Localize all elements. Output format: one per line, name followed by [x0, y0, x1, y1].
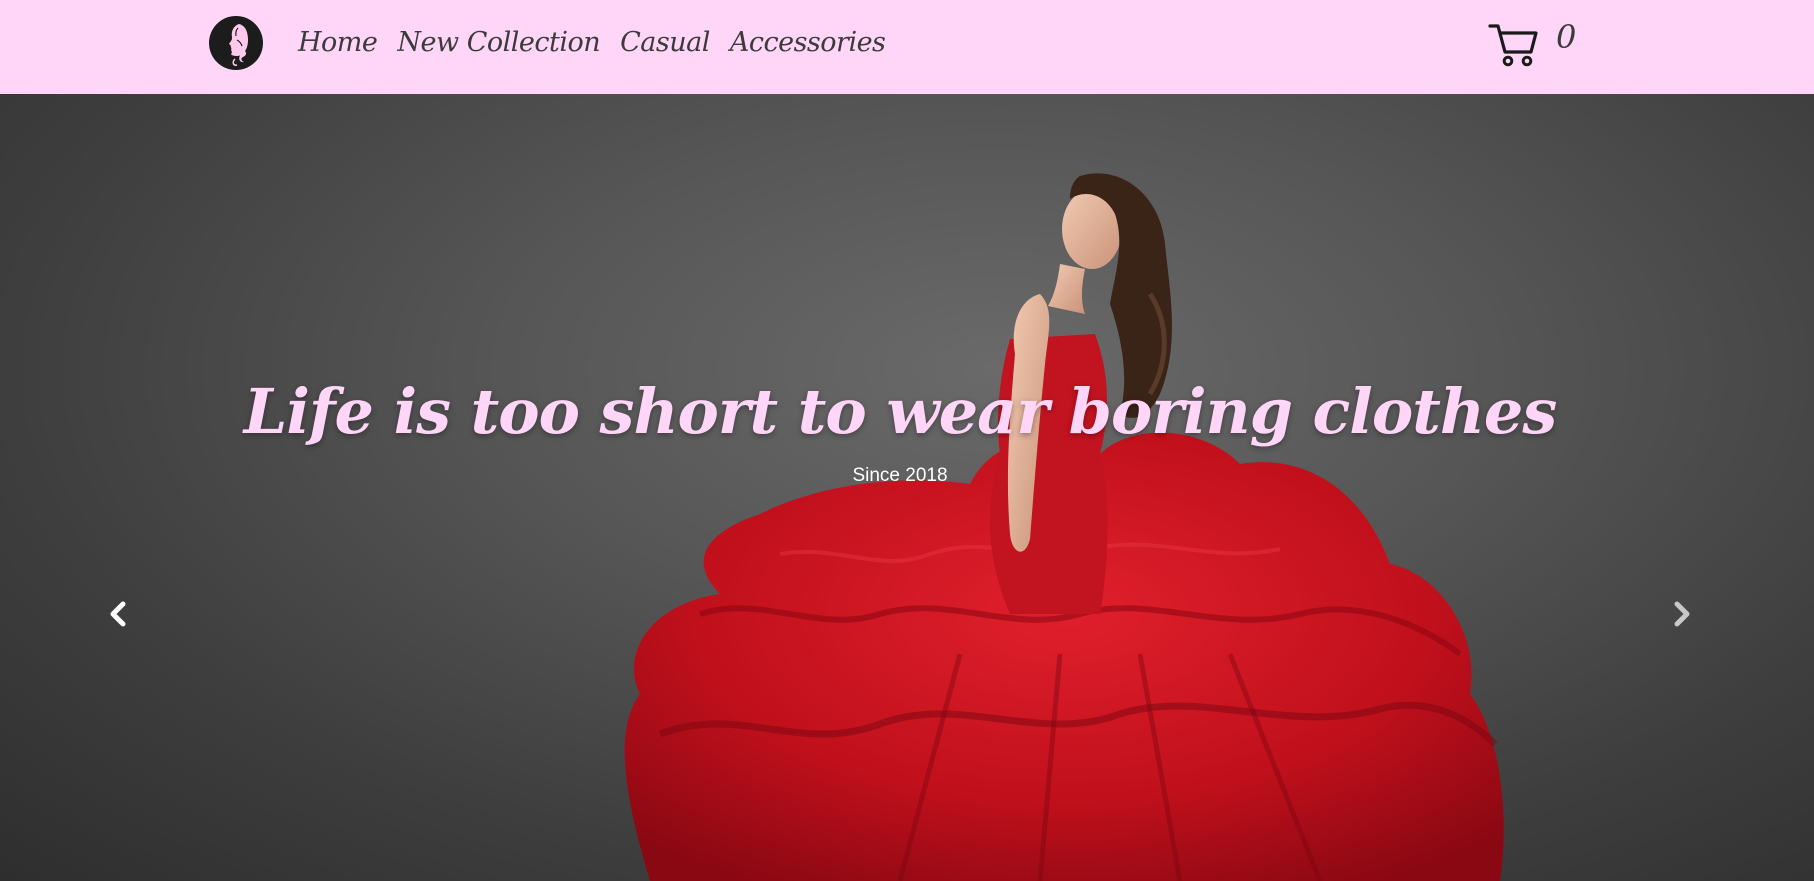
nav-link-new-collection[interactable]: New Collection — [397, 24, 600, 62]
woman-silhouette-logo-icon — [229, 24, 248, 66]
hero-subtitle: Since 2018 — [852, 465, 948, 486]
nav-link-casual[interactable]: Casual — [620, 24, 710, 62]
chevron-left-icon — [110, 601, 126, 627]
hero-headline: Life is too short to wear boring clothes — [243, 375, 1558, 448]
nav-link-home[interactable]: Home — [298, 24, 378, 62]
chevron-right-icon — [1674, 601, 1690, 627]
carousel-prev-button[interactable] — [98, 594, 138, 634]
nav-link-accessories[interactable]: Accessories — [730, 24, 886, 62]
main-nav: Home New Collection Casual Accessories — [298, 24, 886, 62]
navbar: Home New Collection Casual Accessories 0 — [0, 0, 1814, 94]
carousel-next-button[interactable] — [1662, 594, 1702, 634]
shopping-cart-icon — [1488, 24, 1538, 67]
hero-carousel: Life is too short to wear boring clothes… — [0, 94, 1814, 881]
brand-logo[interactable] — [209, 16, 263, 70]
cart-button[interactable]: 0 — [1486, 16, 1576, 72]
cart-count: 0 — [1556, 18, 1577, 56]
